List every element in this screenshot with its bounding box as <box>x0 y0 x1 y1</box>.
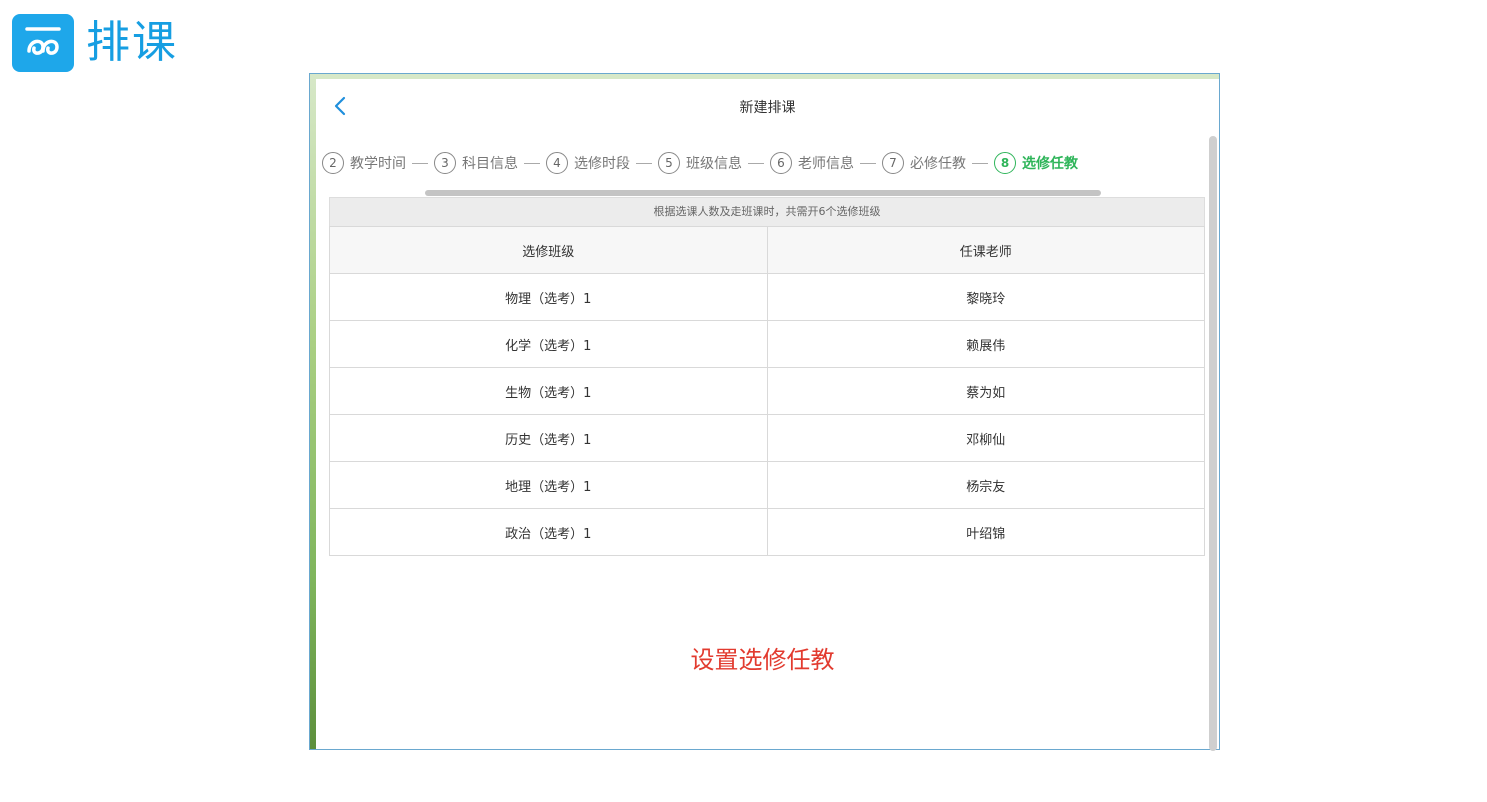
brand-title: 排课 <box>86 17 178 68</box>
step-indicator: 2 教学时间 3 科目信息 4 选修时段 5 班级信息 6 老师信息 7 必修任教 8 选修任教 <box>322 148 1202 178</box>
elective-class-cell[interactable]: 物理（选考）1 <box>329 273 768 321</box>
step-connector <box>636 162 652 164</box>
brand-header: 排课 <box>12 14 178 72</box>
step-number: 2 <box>322 152 344 174</box>
teacher-cell[interactable]: 蔡为如 <box>766 367 1205 415</box>
teacher-cell[interactable]: 杨宗友 <box>766 461 1205 509</box>
step-8[interactable]: 8 选修任教 <box>994 152 1078 174</box>
table-body: 物理（选考）1 黎晓玲 化学（选考）1 赖展伟 生物（选考）1 蔡为如 历史（选考）1 邓柳仙… <box>329 273 1205 556</box>
app-screen: 新建排课 2 教学时间 3 科目信息 4 选修时段 5 班级信息 6 老师信息 7 必修任教 8 选修任教… <box>316 79 1219 751</box>
step-connector <box>412 162 428 164</box>
horizontal-scrollbar[interactable] <box>425 190 1101 196</box>
step-connector <box>524 162 540 164</box>
column-header-class: 选修班级 <box>329 226 768 274</box>
table-row: 地理（选考）1 杨宗友 <box>329 461 1205 509</box>
table-row: 生物（选考）1 蔡为如 <box>329 367 1205 415</box>
step-number: 5 <box>658 152 680 174</box>
class-count-notice: 根据选课人数及走班课时，共需开6个选修班级 <box>329 197 1205 226</box>
teacher-cell[interactable]: 赖展伟 <box>766 320 1205 368</box>
elective-class-cell[interactable]: 生物（选考）1 <box>329 367 768 415</box>
step-6[interactable]: 6 老师信息 <box>770 152 854 174</box>
step-label: 班级信息 <box>686 156 742 172</box>
step-4[interactable]: 4 选修时段 <box>546 152 630 174</box>
step-label: 必修任教 <box>910 156 966 172</box>
teacher-cell[interactable]: 黎晓玲 <box>766 273 1205 321</box>
step-number: 8 <box>994 152 1016 174</box>
table-row: 历史（选考）1 邓柳仙 <box>329 414 1205 462</box>
column-header-teacher: 任课老师 <box>766 226 1205 274</box>
teacher-cell[interactable]: 邓柳仙 <box>766 414 1205 462</box>
step-connector <box>972 162 988 164</box>
step-connector <box>748 162 764 164</box>
vertical-scrollbar[interactable] <box>1209 136 1217 751</box>
step-label: 教学时间 <box>350 156 406 172</box>
step-number: 6 <box>770 152 792 174</box>
step-3[interactable]: 3 科目信息 <box>434 152 518 174</box>
step-label: 科目信息 <box>462 156 518 172</box>
elective-class-cell[interactable]: 政治（选考）1 <box>329 508 768 556</box>
table-row: 物理（选考）1 黎晓玲 <box>329 273 1205 321</box>
device-frame: 新建排课 2 教学时间 3 科目信息 4 选修时段 5 班级信息 6 老师信息 7 必修任教 8 选修任教… <box>309 73 1220 751</box>
step-2[interactable]: 2 教学时间 <box>322 152 406 174</box>
step-connector <box>860 162 876 164</box>
wave-logo-icon <box>12 14 74 72</box>
step-label: 选修时段 <box>574 156 630 172</box>
step-number: 7 <box>882 152 904 174</box>
top-bar: 新建排课 <box>316 79 1219 133</box>
table-row: 政治（选考）1 叶绍锦 <box>329 508 1205 556</box>
step-number: 3 <box>434 152 456 174</box>
elective-teacher-table: 选修班级 任课老师 物理（选考）1 黎晓玲 化学（选考）1 赖展伟 生物（选考）1 蔡为如… <box>329 226 1205 556</box>
elective-table-panel: 根据选课人数及走班课时，共需开6个选修班级 选修班级 任课老师 物理（选考）1 黎… <box>329 197 1205 556</box>
elective-class-cell[interactable]: 化学（选考）1 <box>329 320 768 368</box>
step-number: 4 <box>546 152 568 174</box>
elective-class-cell[interactable]: 地理（选考）1 <box>329 461 768 509</box>
step-5[interactable]: 5 班级信息 <box>658 152 742 174</box>
table-header-row: 选修班级 任课老师 <box>329 226 1205 274</box>
table-row: 化学（选考）1 赖展伟 <box>329 320 1205 368</box>
teacher-cell[interactable]: 叶绍锦 <box>766 508 1205 556</box>
set-elective-teaching-caption[interactable]: 设置选修任教 <box>316 640 1209 675</box>
step-label: 选修任教 <box>1022 156 1078 172</box>
elective-class-cell[interactable]: 历史（选考）1 <box>329 414 768 462</box>
step-label: 老师信息 <box>798 156 854 172</box>
page-title: 新建排课 <box>739 100 796 116</box>
step-7[interactable]: 7 必修任教 <box>882 152 966 174</box>
